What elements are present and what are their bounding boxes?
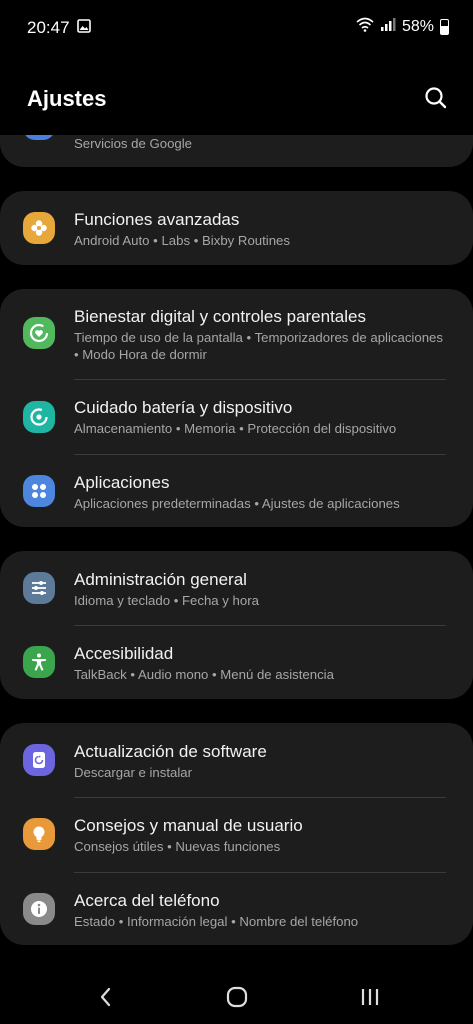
status-icons: 58% [356,17,449,37]
settings-item-subtitle: Estado • Información legal • Nombre del … [74,914,359,929]
settings-item-device-care[interactable]: Cuidado batería y dispositivo Almacenami… [0,380,473,454]
settings-item-apps[interactable]: Aplicaciones Aplicaciones predeterminada… [0,455,473,527]
accessibility-icon [23,646,55,678]
settings-item-subtitle: Descargar e instalar [74,765,193,780]
recents-icon [361,989,379,1005]
page-title-overlay: Ajustes [27,86,107,111]
settings-item-accessibility[interactable]: Accesibilidad TalkBack • Audio mono • Me… [0,626,473,699]
device-care-icon [23,401,55,433]
settings-item-general-management[interactable]: Administración general Idioma y teclado … [0,551,473,625]
settings-item-software-update[interactable]: Actualización de software Descargar e in… [0,723,473,797]
wifi-icon [356,17,374,37]
apps-icon [23,475,55,507]
battery-icon [440,19,449,35]
settings-item-title: Actualización de software [74,742,267,761]
settings-item-subtitle: Idioma y teclado • Fecha y hora [74,593,259,608]
settings-group-advanced: Funciones avanzadas Android Auto • Labs … [0,191,473,265]
settings-item-about-phone[interactable]: Acerca del teléfono Estado • Información… [0,873,473,945]
lightbulb-icon [23,818,55,850]
settings-item-subtitle: Servicios de Google [74,136,193,151]
puzzle-icon [23,212,55,244]
battery-percent: 58% [401,18,434,35]
status-time: 20:47 [27,18,70,37]
home-button[interactable] [222,982,252,1012]
settings-group-device: Bienestar digital y controles parentales… [0,289,473,527]
navigation-bar [0,968,473,1024]
settings-item-advanced-features[interactable]: Funciones avanzadas Android Auto • Labs … [0,191,473,265]
settings-item-subtitle: Almacenamiento • Memoria • Protección de… [74,421,397,436]
settings-item-subtitle: Consejos útiles • Nuevas funciones [74,839,281,854]
settings-item-subtitle: TalkBack • Audio mono • Menú de asistenc… [74,667,334,682]
wellbeing-icon [23,317,55,349]
gallery-notification-icon [77,19,91,38]
settings-item-title: Funciones avanzadas [74,210,240,229]
settings-item-title: Consejos y manual de usuario [74,816,303,835]
settings-item-title: Bienestar digital y controles parentales [74,307,366,326]
settings-item-title: Accesibilidad [74,644,174,663]
back-icon [100,987,111,1007]
settings-group-about: Actualización de software Descargar e in… [0,723,473,945]
settings-item-title: Acerca del teléfono [74,891,220,910]
recents-button[interactable] [355,982,385,1012]
search-button-overlay[interactable] [421,84,451,114]
settings-item-digital-wellbeing[interactable]: Bienestar digital y controles parentales… [0,289,473,379]
search-icon [425,87,447,109]
back-button[interactable] [91,982,121,1012]
settings-group-general: Administración general Idioma y teclado … [0,551,473,699]
sliders-icon [23,572,55,604]
settings-item-subtitle: Android Auto • Labs • Bixby Routines [74,233,290,248]
settings-item-tips[interactable]: Consejos y manual de usuario Consejos út… [0,798,473,872]
home-icon [226,986,248,1008]
signal-icon [380,17,396,37]
update-icon [23,744,55,776]
settings-item-subtitle: Tiempo de uso de la pantalla • Temporiza… [74,330,443,362]
settings-item-title: Administración general [74,570,247,589]
status-bar: 20:47 58% [0,0,473,56]
settings-item-title: Aplicaciones [74,473,170,492]
info-icon [23,893,55,925]
settings-item-title: Cuidado batería y dispositivo [74,398,293,417]
settings-item-subtitle: Aplicaciones predeterminadas • Ajustes d… [74,496,400,511]
